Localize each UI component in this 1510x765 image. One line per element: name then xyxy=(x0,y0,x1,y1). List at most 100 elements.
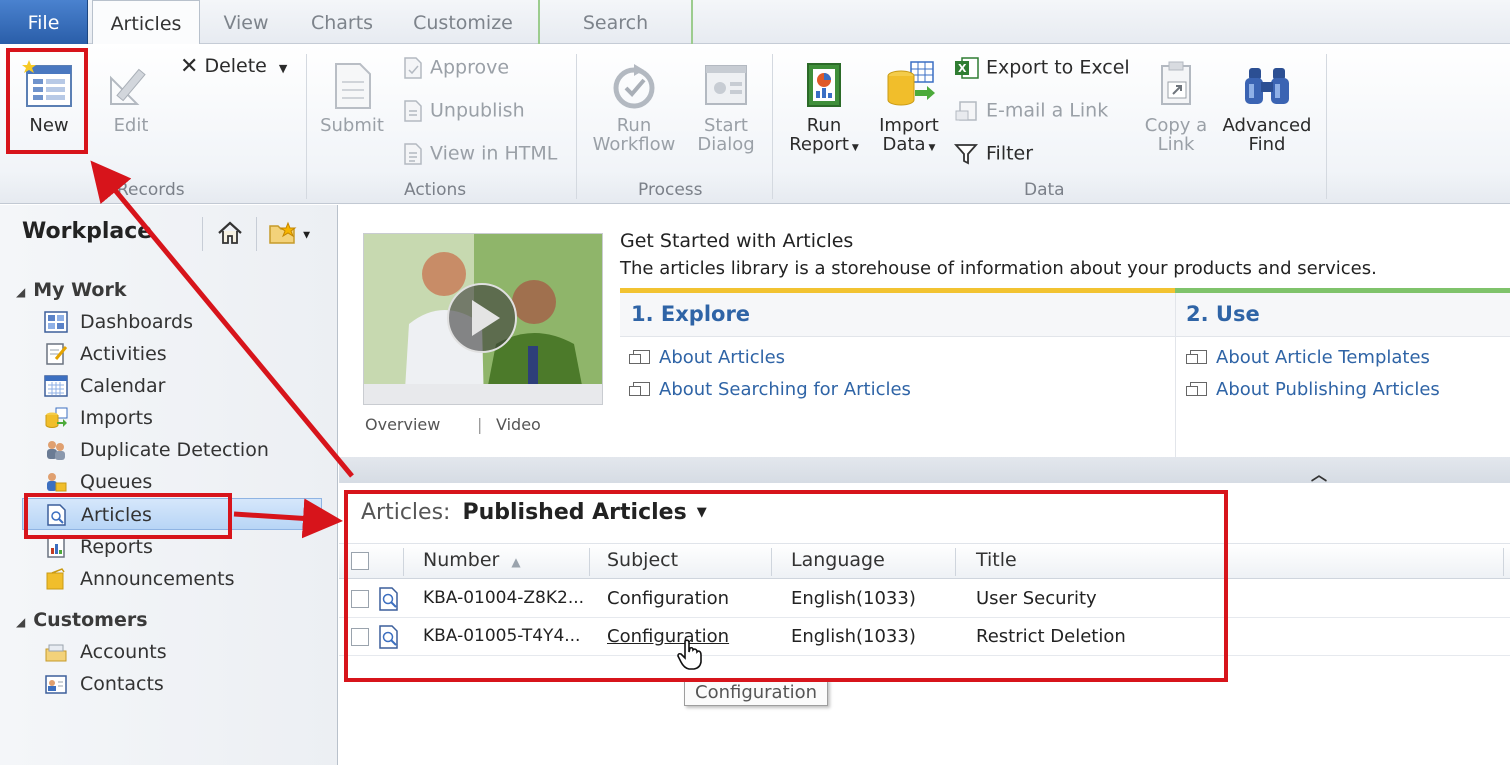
video-thumbnail[interactable] xyxy=(363,233,603,405)
sort-ascending-icon: ▲ xyxy=(511,555,521,569)
accounts-icon xyxy=(45,644,67,662)
import-data-button[interactable]: Import Data ▼ xyxy=(872,60,946,158)
submit-button[interactable]: Submit xyxy=(316,60,388,135)
sidebar-item-queues[interactable]: Queues xyxy=(22,466,322,498)
article-icon xyxy=(47,504,66,526)
sidebar-item-label: Announcements xyxy=(80,568,235,590)
column-header-number[interactable]: Number ▲ xyxy=(423,549,521,571)
favorites-button[interactable]: ▼ xyxy=(268,219,310,247)
sidebar-item-contacts[interactable]: Contacts xyxy=(22,668,322,700)
tab-charts[interactable]: Charts xyxy=(296,0,388,44)
nav-group-my-work[interactable]: ◢ My Work xyxy=(16,279,126,301)
left-navigation: Workplace ▼ ◢ My Work Dashboards Activiti… xyxy=(0,205,338,765)
sidebar-item-accounts[interactable]: Accounts xyxy=(22,636,322,668)
link-label: About Articles xyxy=(659,347,786,368)
sidebar-item-dashboards[interactable]: Dashboards xyxy=(22,306,322,338)
report-icon xyxy=(807,63,841,107)
view-in-html-button[interactable]: View in HTML xyxy=(402,142,557,166)
edit-button[interactable]: Edit xyxy=(96,60,166,135)
table-row[interactable]: KBA-01004-Z8K2... Configuration English(… xyxy=(339,580,1510,618)
export-to-excel-button[interactable]: X Export to Excel xyxy=(954,56,1130,80)
column-header-subject[interactable]: Subject xyxy=(607,549,678,571)
view-in-html-label: View in HTML xyxy=(430,142,558,165)
copy-a-link-label-1: Copy a xyxy=(1144,115,1208,136)
start-dialog-button[interactable]: Start Dialog xyxy=(690,60,762,154)
row-language: English(1033) xyxy=(791,626,916,647)
nav-group-customers[interactable]: ◢ Customers xyxy=(16,609,148,631)
popup-window-icon xyxy=(1186,350,1207,364)
dashboard-icon xyxy=(44,311,68,333)
tab-search[interactable]: Search xyxy=(538,0,693,44)
view-selector[interactable]: Articles: Published Articles ▼ xyxy=(361,500,707,525)
about-publishing-articles-link[interactable]: About Publishing Articles xyxy=(1186,379,1440,400)
row-checkbox[interactable] xyxy=(351,590,369,608)
table-row[interactable]: KBA-01005-T4Y4... Configuration English(… xyxy=(339,618,1510,656)
filter-button[interactable]: Filter xyxy=(954,142,1033,166)
sidebar-item-label: Calendar xyxy=(80,375,166,397)
sidebar-item-imports[interactable]: Imports xyxy=(22,402,322,434)
tab-customize[interactable]: Customize xyxy=(398,0,528,44)
delete-button[interactable]: ✕ Delete ▼ xyxy=(180,54,287,79)
about-searching-articles-link[interactable]: About Searching for Articles xyxy=(629,379,911,400)
advanced-find-button[interactable]: Advanced Find xyxy=(1218,60,1316,154)
copy-a-link-button[interactable]: Copy a Link xyxy=(1140,60,1212,154)
column-header-title[interactable]: Title xyxy=(976,549,1017,571)
email-link-icon xyxy=(955,101,977,121)
nav-title: Workplace xyxy=(22,219,153,244)
contacts-icon xyxy=(45,675,67,694)
sidebar-item-activities[interactable]: Activities xyxy=(22,338,322,370)
tab-view[interactable]: View xyxy=(206,0,286,44)
row-number[interactable]: KBA-01004-Z8K2... xyxy=(423,588,584,608)
sidebar-item-announcements[interactable]: Announcements xyxy=(22,563,322,595)
popup-window-icon xyxy=(629,382,650,396)
chevron-down-icon: ▼ xyxy=(303,230,311,241)
email-a-link-button[interactable]: E-mail a Link xyxy=(954,99,1108,123)
unpublish-button[interactable]: Unpublish xyxy=(402,99,525,123)
explore-title: 1. Explore xyxy=(631,302,751,326)
chevron-down-icon: ▼ xyxy=(278,62,288,75)
steps-separator xyxy=(1175,293,1176,457)
video-link[interactable]: Video xyxy=(496,415,541,434)
row-subject: Configuration xyxy=(607,588,730,609)
copy-a-link-label-2: Link xyxy=(1157,134,1195,155)
nav-group-label: My Work xyxy=(33,279,127,301)
sidebar-item-duplicate-detection[interactable]: Duplicate Detection xyxy=(22,434,322,466)
link-label: About Publishing Articles xyxy=(1216,379,1440,400)
video-preview-image xyxy=(364,234,602,404)
sidebar-item-reports[interactable]: Reports xyxy=(22,531,322,563)
sidebar-item-calendar[interactable]: Calendar xyxy=(22,370,322,402)
edit-button-label: Edit xyxy=(113,115,149,136)
folder-star-icon xyxy=(269,221,297,244)
row-subject[interactable]: Configuration xyxy=(607,626,729,647)
select-all-checkbox[interactable] xyxy=(351,552,369,570)
imports-icon xyxy=(45,407,68,428)
run-workflow-button[interactable]: Run Workflow xyxy=(586,60,682,154)
article-icon xyxy=(379,587,398,611)
column-header-language[interactable]: Language xyxy=(791,549,885,571)
ribbon: New Edit ✕ Delete ▼ Records Submit Approv… xyxy=(0,44,1510,204)
row-language: English(1033) xyxy=(791,588,916,609)
run-report-button[interactable]: Run Report ▼ xyxy=(780,60,868,158)
edit-icon xyxy=(110,68,146,105)
approve-document-icon xyxy=(404,57,422,79)
start-dialog-label-1: Start xyxy=(704,115,748,136)
row-number[interactable]: KBA-01005-T4Y4... xyxy=(423,626,580,646)
tab-articles[interactable]: Articles xyxy=(92,0,200,45)
sidebar-item-label: Duplicate Detection xyxy=(80,439,269,461)
video-overview-link[interactable]: Overview xyxy=(365,415,440,434)
sidebar-item-articles[interactable]: Articles xyxy=(22,498,322,530)
import-data-icon xyxy=(887,61,935,106)
tab-file[interactable]: File xyxy=(0,0,88,44)
export-to-excel-label: Export to Excel xyxy=(986,56,1130,79)
row-checkbox[interactable] xyxy=(351,628,369,646)
chevron-down-icon: ▼ xyxy=(696,505,707,520)
new-button[interactable]: New xyxy=(12,60,86,135)
get-started-description: The articles library is a storehouse of … xyxy=(620,258,1377,279)
home-icon[interactable] xyxy=(216,219,244,247)
chevron-down-icon: ▼ xyxy=(851,143,859,153)
run-workflow-label-1: Run xyxy=(616,115,652,136)
about-article-templates-link[interactable]: About Article Templates xyxy=(1186,347,1430,368)
collapse-chevron-up-icon[interactable]: ︿ xyxy=(1311,461,1327,485)
approve-button[interactable]: Approve xyxy=(402,56,509,80)
about-articles-link[interactable]: About Articles xyxy=(629,347,786,368)
